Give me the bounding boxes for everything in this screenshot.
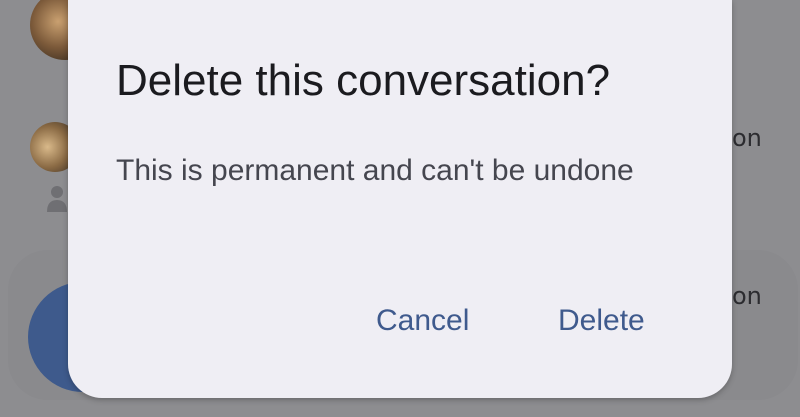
delete-button[interactable]: Delete <box>548 296 655 346</box>
background-row-text: on <box>732 124 762 152</box>
delete-conversation-dialog: Delete this conversation? This is perman… <box>68 0 732 398</box>
dialog-title: Delete this conversation? <box>116 56 611 105</box>
screen: on on Delete this conversation? This is … <box>0 0 800 417</box>
person-icon <box>47 186 67 212</box>
dialog-actions: Cancel Delete <box>68 296 732 346</box>
dialog-message: This is permanent and can't be undone <box>116 154 634 187</box>
cancel-button[interactable]: Cancel <box>366 296 479 346</box>
background-row-text: on <box>732 282 762 310</box>
